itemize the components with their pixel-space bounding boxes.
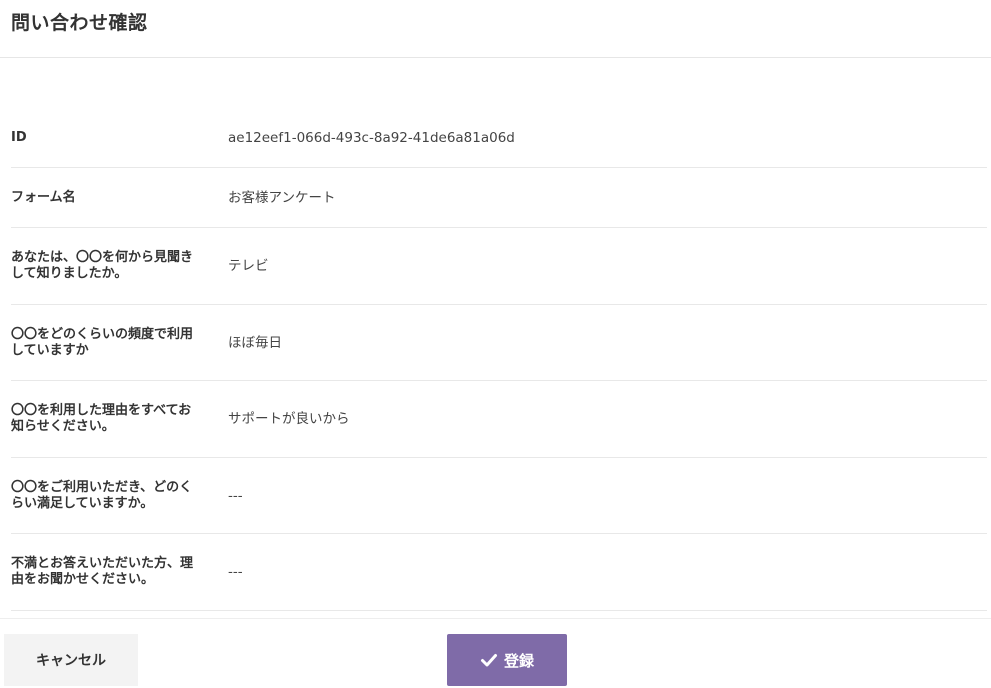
row-label-id: ID — [11, 130, 27, 145]
confirmation-table: ID ae12eef1-066d-493c-8a92-41de6a81a06d … — [11, 109, 987, 611]
submit-button[interactable]: 登録 — [447, 634, 567, 686]
page-title: 問い合わせ確認 — [11, 12, 148, 34]
row-value-usage-frequency: ほぼ毎日 — [228, 334, 282, 351]
cancel-button[interactable]: キャンセル — [4, 634, 138, 686]
row-value-id: ae12eef1-066d-493c-8a92-41de6a81a06d — [228, 130, 515, 146]
row-value-discovery-source: テレビ — [228, 258, 269, 274]
check-icon — [480, 651, 498, 669]
confirmation-page: 問い合わせ確認 ID ae12eef1-066d-493c-8a92-41de6… — [0, 0, 991, 688]
row-label-usage-reason: 〇〇を利用した理由をすべてお知らせください。 — [11, 403, 192, 434]
table-row-usage-reason: 〇〇を利用した理由をすべてお知らせください。 サポートが良いから — [11, 381, 987, 458]
row-label-form-name: フォーム名 — [11, 189, 76, 205]
row-value-satisfaction: --- — [228, 487, 243, 504]
table-row-usage-frequency: 〇〇をどのくらいの頻度で利用していますか ほぼ毎日 — [11, 305, 987, 381]
form-footer: キャンセル 登録 — [0, 618, 991, 688]
row-value-form-name: お客様アンケート — [228, 189, 336, 206]
row-value-usage-reason: サポートが良いから — [228, 411, 350, 427]
row-label-satisfaction: 〇〇をご利用いただき、どのくらい満足していますか。 — [11, 479, 193, 511]
table-row-satisfaction: 〇〇をご利用いただき、どのくらい満足していますか。 --- — [11, 458, 987, 534]
table-row-form-name: フォーム名 お客様アンケート — [11, 168, 987, 228]
table-row-discovery-source: あなたは、〇〇を何から見聞きして知りましたか。 テレビ — [11, 228, 987, 305]
cancel-button-label: キャンセル — [36, 653, 106, 669]
row-label-usage-frequency: 〇〇をどのくらいの頻度で利用していますか — [11, 326, 194, 358]
submit-button-label: 登録 — [503, 651, 534, 670]
table-row-dissatisfaction-reason: 不満とお答えいただいた方、理由をお聞かせください。 --- — [11, 534, 987, 611]
row-label-discovery-source: あなたは、〇〇を何から見聞きして知りましたか。 — [11, 250, 194, 281]
table-row-id: ID ae12eef1-066d-493c-8a92-41de6a81a06d — [11, 109, 987, 168]
page-header: 問い合わせ確認 — [0, 0, 991, 58]
row-value-dissatisfaction-reason: --- — [228, 564, 243, 580]
row-label-dissatisfaction-reason: 不満とお答えいただいた方、理由をお聞かせください。 — [11, 556, 194, 587]
